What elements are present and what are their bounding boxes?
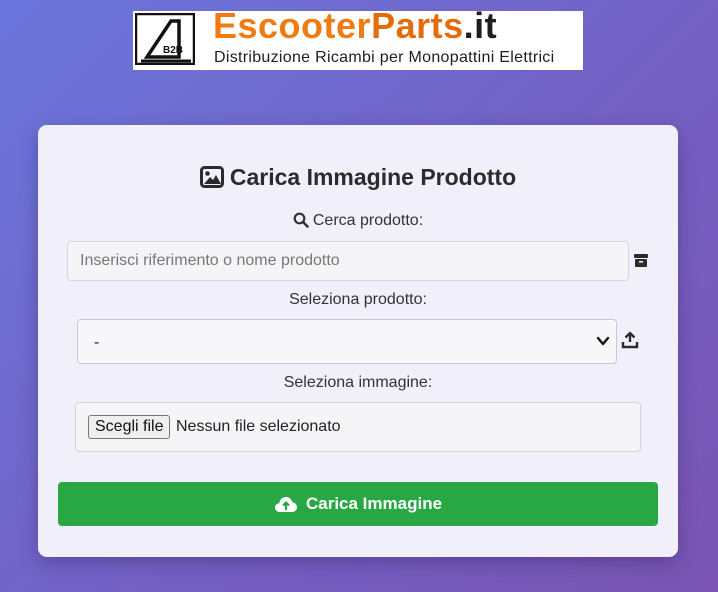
form-title-text: Carica Immagine Prodotto [229,164,517,190]
image-icon [199,166,224,188]
search-icon [293,212,309,228]
brand-subtitle: Distribuzione Ricambi per Monopattini El… [214,49,555,66]
upload-icon[interactable] [621,331,639,349]
upload-card: Carica Immagine Prodotto Cerca prodotto:… [38,125,678,557]
file-status: Nessun file selezionato [176,418,341,435]
search-label-text: Cerca prodotto: [312,212,424,229]
chevron-down-icon [596,336,610,346]
brand-title-tld: .it [463,5,498,46]
search-label: Cerca prodotto: [38,212,678,230]
form-title: Carica Immagine Prodotto [38,164,678,191]
product-select-value: - [94,334,100,351]
submit-upload-label: Carica Immagine [305,494,443,513]
brand-title: EscooterParts.it [213,5,497,47]
product-select[interactable]: - [77,319,617,364]
select-label: Seleziona prodotto: [289,291,427,308]
brand-logo: B2B EscooterParts.it Distribuzione Ricam… [133,5,583,70]
image-label: Seleziona immagine: [283,374,433,391]
b2b-logo-icon: B2B [135,13,195,65]
brand-title-parts: Parts [371,5,464,46]
b2b-badge-text: B2B [163,45,183,56]
choose-file-button[interactable]: Scegli file [88,415,171,439]
search-input[interactable] [67,241,629,281]
file-input[interactable]: Scegli file Nessun file selezionato [75,402,641,452]
box-icon[interactable] [632,251,650,269]
submit-upload-button[interactable]: Carica Immagine [58,482,658,526]
cloud-upload-icon [274,497,297,512]
brand-title-escooter: Escooter [213,5,372,46]
